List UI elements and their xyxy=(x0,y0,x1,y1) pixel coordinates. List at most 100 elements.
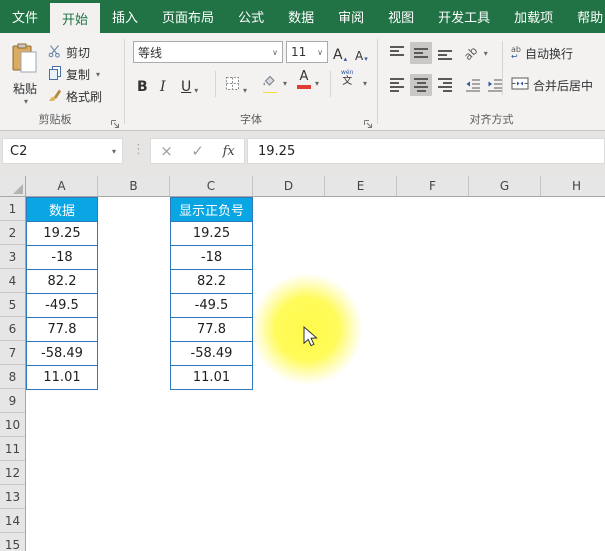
align-middle-button[interactable] xyxy=(410,42,432,64)
formula-input[interactable]: 19.25 xyxy=(247,138,605,164)
clipboard-dialog-launcher-icon[interactable] xyxy=(110,115,121,126)
row-header-8[interactable]: 8 xyxy=(0,365,25,389)
row-header-13[interactable]: 13 xyxy=(0,485,25,509)
cell-A8[interactable]: 11.01 xyxy=(26,365,98,390)
cell-C1-header[interactable]: 显示正负号 xyxy=(170,197,253,222)
cell-A4[interactable]: 82.2 xyxy=(26,269,98,294)
tab-页面布局[interactable]: 页面布局 xyxy=(150,0,226,33)
row-header-11[interactable]: 11 xyxy=(0,437,25,461)
font-color-letter: A xyxy=(300,71,309,83)
row-header-7[interactable]: 7 xyxy=(0,341,25,365)
insert-function-icon[interactable]: fx xyxy=(223,144,235,159)
cell-A6[interactable]: 77.8 xyxy=(26,317,98,342)
format-painter-button[interactable]: 格式刷 xyxy=(48,86,102,107)
cell-A1-header[interactable]: 数据 xyxy=(26,197,98,222)
paste-dropdown-icon[interactable]: ▾ xyxy=(24,97,28,106)
tab-开始[interactable]: 开始 xyxy=(50,3,100,33)
cancel-icon[interactable]: × xyxy=(160,142,173,160)
cell-A7[interactable]: -58.49 xyxy=(26,341,98,366)
tab-帮助[interactable]: 帮助 xyxy=(565,0,605,33)
phonetic-dropdown-icon[interactable]: ▾ xyxy=(363,79,367,88)
font-size-dropdown-icon[interactable]: ∨ xyxy=(317,48,323,57)
tab-视图[interactable]: 视图 xyxy=(376,0,426,33)
tab-加载项[interactable]: 加载项 xyxy=(502,0,565,33)
copy-button[interactable]: 复制 ▾ xyxy=(48,64,100,85)
italic-button[interactable]: I xyxy=(160,73,166,95)
name-box[interactable]: C2 ▾ xyxy=(2,138,123,164)
font-color-dropdown-icon[interactable]: ▾ xyxy=(315,79,319,88)
cell-C3[interactable]: -18 xyxy=(170,245,253,270)
cell-C5[interactable]: -49.5 xyxy=(170,293,253,318)
column-header-C[interactable]: C xyxy=(170,176,253,196)
align-top-button[interactable] xyxy=(386,42,408,64)
tab-文件[interactable]: 文件 xyxy=(0,0,50,33)
row-header-4[interactable]: 4 xyxy=(0,269,25,293)
decrease-indent-button[interactable] xyxy=(462,74,484,96)
row-header-1[interactable]: 1 xyxy=(0,197,25,221)
column-header-E[interactable]: E xyxy=(325,176,397,196)
row-header-15[interactable]: 15 xyxy=(0,533,25,551)
align-right-button[interactable] xyxy=(434,74,456,96)
wrap-text-button[interactable]: ab ↩ 自动换行 xyxy=(511,42,573,64)
tab-审阅[interactable]: 审阅 xyxy=(326,0,376,33)
fill-color-button[interactable] xyxy=(262,71,277,93)
font-size-combobox[interactable]: 11 ∨ xyxy=(286,41,328,63)
underline-button[interactable]: U ▾ xyxy=(181,73,198,95)
orientation-dropdown-icon[interactable]: ▾ xyxy=(484,49,488,58)
fill-color-dropdown-icon[interactable]: ▾ xyxy=(283,79,287,88)
wrap-text-label: 自动换行 xyxy=(525,45,573,62)
font-color-button[interactable]: A xyxy=(297,71,311,93)
phonetic-button[interactable]: wén 文 xyxy=(341,69,353,91)
align-left-button[interactable] xyxy=(386,74,408,96)
cell-A5[interactable]: -49.5 xyxy=(26,293,98,318)
increase-indent-button[interactable] xyxy=(484,74,506,96)
enter-icon[interactable]: ✓ xyxy=(191,142,204,160)
column-header-H[interactable]: H xyxy=(541,176,605,196)
column-header-A[interactable]: A xyxy=(26,176,98,196)
row-header-10[interactable]: 10 xyxy=(0,413,25,437)
copy-dropdown-icon[interactable]: ▾ xyxy=(96,70,100,79)
select-all-button[interactable] xyxy=(0,176,26,197)
cell-A2[interactable]: 19.25 xyxy=(26,221,98,246)
row-header-12[interactable]: 12 xyxy=(0,461,25,485)
column-header-B[interactable]: B xyxy=(98,176,170,196)
sheet-body[interactable]: 数据19.25-1882.2-49.577.8-58.4911.01显示正负号1… xyxy=(26,197,605,551)
row-header-2[interactable]: 2 xyxy=(0,221,25,245)
cell-C8[interactable]: 11.01 xyxy=(170,365,253,390)
tab-插入[interactable]: 插入 xyxy=(100,0,150,33)
font-dialog-launcher-icon[interactable] xyxy=(363,115,374,126)
tab-数据[interactable]: 数据 xyxy=(276,0,326,33)
cell-C4[interactable]: 82.2 xyxy=(170,269,253,294)
cell-A3[interactable]: -18 xyxy=(26,245,98,270)
underline-dropdown-icon[interactable]: ▾ xyxy=(194,86,198,95)
name-box-dropdown-icon[interactable]: ▾ xyxy=(112,147,116,156)
cell-C2[interactable]: 19.25 xyxy=(170,221,253,246)
bold-button[interactable]: B xyxy=(137,73,148,95)
cell-C7[interactable]: -58.49 xyxy=(170,341,253,366)
grow-font-button[interactable]: A ▴ xyxy=(333,41,347,63)
cell-C6[interactable]: 77.8 xyxy=(170,317,253,342)
tab-开发工具[interactable]: 开发工具 xyxy=(426,0,502,33)
row-header-3[interactable]: 3 xyxy=(0,245,25,269)
borders-dropdown-icon[interactable]: ▾ xyxy=(243,86,247,95)
row-header-6[interactable]: 6 xyxy=(0,317,25,341)
formula-bar-grip-icon[interactable]: ⋮ xyxy=(132,142,145,157)
row-header-14[interactable]: 14 xyxy=(0,509,25,533)
font-name-dropdown-icon[interactable]: ∨ xyxy=(272,48,278,57)
column-header-F[interactable]: F xyxy=(397,176,469,196)
fill-color-icon xyxy=(262,71,277,90)
select-all-triangle-icon xyxy=(13,184,23,194)
row-header-9[interactable]: 9 xyxy=(0,389,25,413)
column-header-G[interactable]: G xyxy=(469,176,541,196)
tab-公式[interactable]: 公式 xyxy=(226,0,276,33)
font-name-combobox[interactable]: 等线 ∨ xyxy=(133,41,283,63)
shrink-font-button[interactable]: A ▾ xyxy=(355,41,368,63)
align-center-button[interactable] xyxy=(410,74,432,96)
align-bottom-button[interactable] xyxy=(434,42,456,64)
orientation-button[interactable]: ab ▾ xyxy=(464,42,488,64)
column-header-D[interactable]: D xyxy=(253,176,325,196)
merge-center-button[interactable]: 合并后居中 xyxy=(511,74,593,96)
row-header-5[interactable]: 5 xyxy=(0,293,25,317)
borders-button[interactable]: ▾ xyxy=(225,73,247,95)
cut-button[interactable]: 剪切 xyxy=(48,42,90,63)
